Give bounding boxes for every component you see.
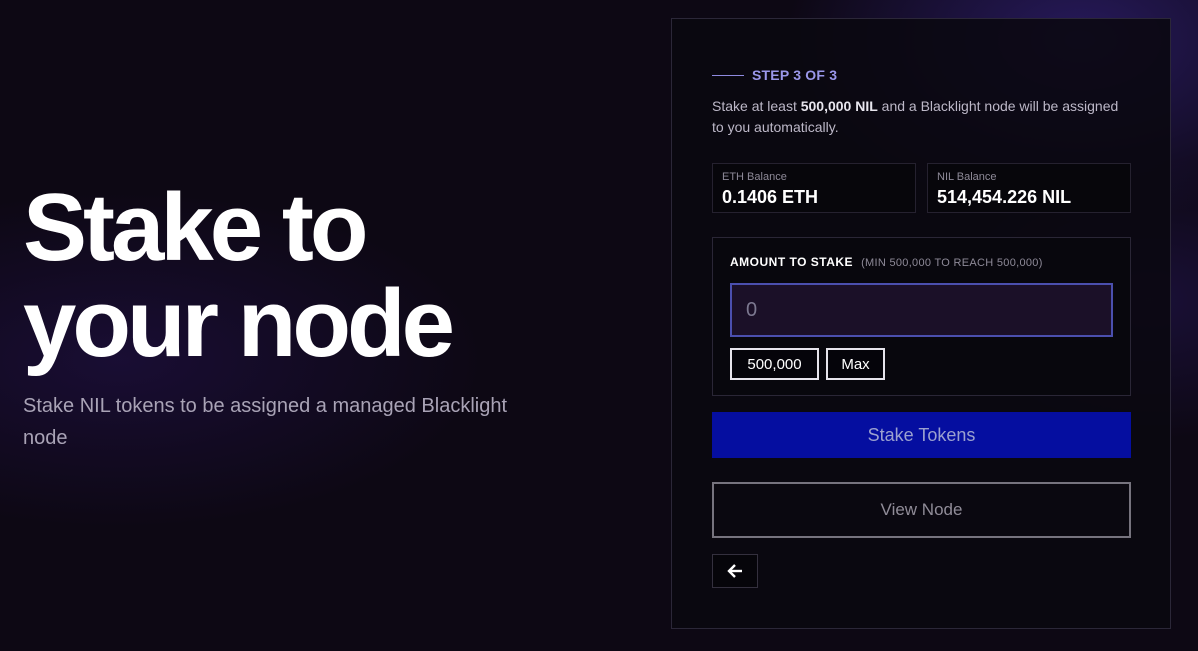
hero-title-line2: your node	[23, 270, 455, 377]
back-button[interactable]	[712, 554, 758, 588]
amount-header: AMOUNT TO STAKE (MIN 500,000 TO REACH 50…	[730, 255, 1043, 269]
nil-balance-value: 514,454.226 NIL	[937, 187, 1072, 207]
nil-balance-card: NIL Balance 514,454.226 NIL	[927, 163, 1131, 213]
stake-amount-input[interactable]	[730, 283, 1113, 337]
eth-balance-card: ETH Balance 0.1406 ETH	[712, 163, 916, 213]
page: Stake to your node Stake NIL tokens to b…	[0, 0, 1198, 651]
nil-balance-label: NIL Balance	[937, 171, 997, 183]
stake-tokens-button[interactable]: Stake Tokens	[712, 412, 1131, 458]
max-button[interactable]: Max	[826, 348, 885, 380]
description-amount: 500,000 NIL	[800, 98, 878, 114]
quick-amount-button[interactable]: 500,000	[730, 348, 819, 380]
step-label: STEP 3 OF 3	[752, 67, 838, 83]
stake-panel: STEP 3 OF 3 Stake at least 500,000 NIL a…	[671, 18, 1171, 629]
description-prefix: Stake at least	[712, 98, 801, 114]
hero-subtitle: Stake NIL tokens to be assigned a manage…	[23, 395, 508, 449]
eth-balance-value: 0.1406 ETH	[722, 187, 819, 207]
stake-description: Stake at least 500,000 NIL and a Blackli…	[712, 96, 1132, 138]
hero-title-line1: Stake to	[23, 174, 368, 281]
amount-title: AMOUNT TO STAKE	[730, 255, 854, 269]
amount-to-stake-box: AMOUNT TO STAKE (MIN 500,000 TO REACH 50…	[712, 237, 1131, 396]
hero-section: Stake to your node Stake NIL tokens to b…	[23, 180, 583, 454]
hero-title: Stake to your node	[23, 180, 583, 372]
arrow-left-icon	[727, 564, 742, 578]
step-line	[712, 74, 744, 76]
step-indicator: STEP 3 OF 3	[712, 67, 837, 83]
eth-balance-label: ETH Balance	[722, 171, 787, 183]
amount-hint: (MIN 500,000 TO REACH 500,000)	[861, 257, 1043, 269]
view-node-button[interactable]: View Node	[712, 482, 1131, 538]
